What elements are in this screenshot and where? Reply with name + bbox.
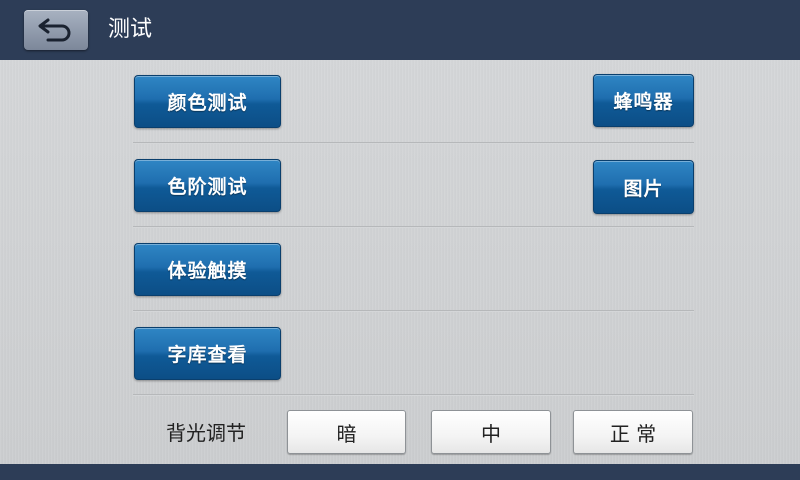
gray-scale-test-button[interactable]: 色阶测试 [134, 159, 281, 212]
backlight-label: 背光调节 [166, 421, 246, 445]
title-bar: 测试 [0, 0, 800, 60]
return-arrow-icon [38, 18, 71, 42]
backlight-dark-button[interactable]: 暗 [287, 410, 406, 454]
picture-button[interactable]: 图片 [593, 160, 694, 214]
backlight-medium-button[interactable]: 中 [431, 410, 551, 454]
buzzer-button[interactable]: 蜂鸣器 [593, 74, 694, 127]
test-screen: 测试 颜色测试 色阶测试 体验触摸 字库查看 蜂鸣器 图片 背光调节 暗 中 正… [0, 0, 800, 480]
row-divider [133, 310, 694, 312]
bottom-bar [0, 464, 800, 480]
backlight-normal-button[interactable]: 正 常 [573, 410, 693, 454]
page-title: 测试 [108, 17, 153, 42]
row-divider [133, 142, 694, 144]
row-divider [133, 226, 694, 228]
font-view-button[interactable]: 字库查看 [134, 327, 281, 380]
color-test-button[interactable]: 颜色测试 [134, 75, 281, 128]
row-divider [133, 394, 694, 396]
back-button[interactable] [24, 10, 88, 50]
touch-test-button[interactable]: 体验触摸 [134, 243, 281, 296]
